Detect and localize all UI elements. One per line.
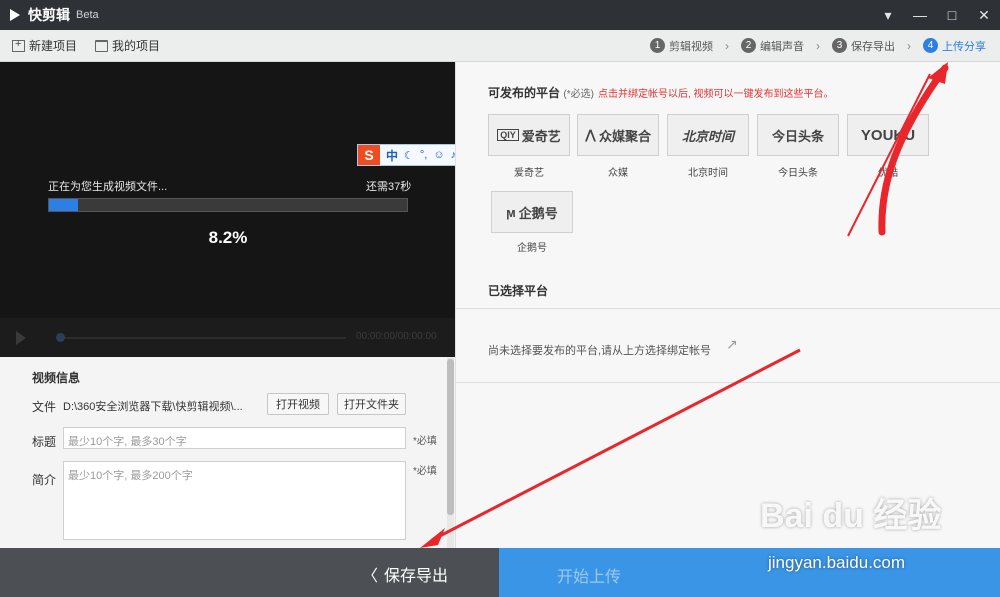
save-export-button[interactable]: 〈 保存导出 <box>362 562 448 586</box>
step-edit-audio[interactable]: 2 编辑声音 <box>741 38 804 54</box>
platform-name: 众媒 <box>608 168 628 179</box>
app-title: 快剪辑 <box>28 7 70 23</box>
video-preview: 正在为您生成视频文件... 还需37秒 8.2% 00:00:00/00:00:… <box>0 62 455 357</box>
punctuation-icon[interactable]: °, <box>420 149 427 161</box>
platforms-panel: 可发布的平台 (*必选) 点击并绑定帐号以后, 视频可以一键发布到这些平台。 Q… <box>455 62 1000 548</box>
step-upload-share[interactable]: 4 上传分享 <box>923 38 986 54</box>
arrow-up-right-icon: ↗ <box>726 336 738 352</box>
platform-iqiyi[interactable]: QIY 爱奇艺 <box>488 114 570 156</box>
platform-name: 优酷 <box>878 168 898 179</box>
chevron-right-icon: › <box>816 38 820 53</box>
ime-mode[interactable]: 中 <box>386 147 398 164</box>
maximize-icon[interactable]: □ <box>936 0 968 30</box>
toolbar: 新建项目 我的项目 1 剪辑视频 › 2 编辑声音 › 3 保存导出 › 4 上… <box>0 30 1000 62</box>
save-export-area: 〈 保存导出 <box>0 548 499 597</box>
open-video-button[interactable]: 打开视频 <box>267 393 329 415</box>
player-controls: 00:00:00/00:00:00 <box>0 318 455 357</box>
menu-dropdown-icon[interactable]: ▾ <box>872 0 904 30</box>
export-progress-fill <box>49 199 79 211</box>
time-display: 00:00:00/00:00:00 <box>356 331 437 342</box>
close-icon[interactable]: ✕ <box>968 0 1000 30</box>
my-projects-button[interactable]: 我的项目 <box>95 37 160 54</box>
platform-name: 北京时间 <box>688 168 728 179</box>
form-scrollbar[interactable] <box>447 357 454 548</box>
platform-btime[interactable]: 北京时间 <box>667 114 749 156</box>
seek-handle[interactable] <box>56 333 65 342</box>
platforms-note: 点击并绑定帐号以后, 视频可以一键发布到这些平台。 <box>598 89 834 100</box>
divider <box>456 382 1000 383</box>
new-project-label: 新建项目 <box>29 39 78 53</box>
folder-icon <box>95 39 109 52</box>
start-upload-button[interactable]: 开始上传 <box>557 563 621 587</box>
file-label: 文件 <box>32 400 57 414</box>
chevron-left-icon: 〈 <box>362 568 379 585</box>
description-input[interactable]: 最少10个字, 最多200个字 <box>63 461 406 540</box>
no-platform-text: 尚未选择要发布的平台,请从上方选择绑定帐号 <box>488 345 712 357</box>
qiehao-logo-icon: ϻ <box>506 204 516 220</box>
chevron-right-icon: › <box>907 38 911 53</box>
step-indicator: 1 剪辑视频 › 2 编辑声音 › 3 保存导出 › 4 上传分享 <box>650 30 986 61</box>
emoji-icon[interactable]: ☺ <box>433 149 444 161</box>
platform-name: 爱奇艺 <box>514 168 544 179</box>
zhongmei-logo-icon: ⋀ <box>585 127 596 142</box>
title-bar: 快剪辑 Beta ▾ — □ ✕ <box>0 0 1000 30</box>
title-input[interactable]: 最少10个字, 最多30个字 <box>63 427 406 449</box>
description-label: 简介 <box>32 473 57 487</box>
title-label: 标题 <box>32 435 57 449</box>
selected-platforms-title: 已选择平台 <box>488 284 549 298</box>
chevron-right-icon: › <box>725 38 729 53</box>
file-path: D:\360安全浏览器下载\快剪辑视频\... <box>63 401 243 413</box>
export-status-text: 正在为您生成视频文件... <box>48 181 168 193</box>
seek-bar[interactable] <box>58 337 346 339</box>
iqiyi-logo-icon: QIY <box>497 129 519 141</box>
scrollbar-thumb[interactable] <box>447 359 454 515</box>
minimize-icon[interactable]: — <box>904 0 936 30</box>
baidu-watermark-url: jingyan.baidu.com <box>768 553 906 572</box>
export-percent: 8.2% <box>208 228 248 247</box>
moon-icon[interactable]: ☾ <box>404 149 414 162</box>
platform-name: 今日头条 <box>778 168 818 179</box>
step-save-export[interactable]: 3 保存导出 <box>832 38 895 54</box>
new-project-button[interactable]: 新建项目 <box>12 37 77 54</box>
platforms-title: 可发布的平台 (*必选) <box>488 86 594 100</box>
platform-qiehao[interactable]: ϻ 企鹅号 <box>491 191 573 233</box>
my-projects-label: 我的项目 <box>112 39 161 53</box>
platform-youku[interactable]: YOUKU <box>847 114 929 156</box>
step-edit-video[interactable]: 1 剪辑视频 <box>650 38 713 54</box>
play-icon[interactable] <box>16 331 26 345</box>
app-logo-icon <box>10 9 20 21</box>
platform-zhongmei[interactable]: ⋀ 众媒聚合 <box>577 114 659 156</box>
divider <box>456 308 1000 309</box>
platform-name: 企鹅号 <box>517 243 547 254</box>
start-upload-area: 开始上传 <box>499 548 1000 597</box>
new-project-icon <box>12 38 25 52</box>
open-folder-button[interactable]: 打开文件夹 <box>337 393 406 415</box>
video-info-title: 视频信息 <box>32 371 81 385</box>
beta-badge: Beta <box>76 9 99 21</box>
remaining-time: 还需37秒 <box>366 181 412 193</box>
video-info-panel: 视频信息 文件 D:\360安全浏览器下载\快剪辑视频\... 打开视频 打开文… <box>0 357 455 548</box>
sogou-logo-icon: S <box>358 145 380 165</box>
title-required: *必填 <box>413 436 437 447</box>
description-required: *必填 <box>413 466 437 477</box>
export-progress-bar <box>48 198 408 212</box>
baidu-watermark: Bai du 经验 <box>760 497 942 535</box>
platform-toutiao[interactable]: 今日头条 <box>757 114 839 156</box>
